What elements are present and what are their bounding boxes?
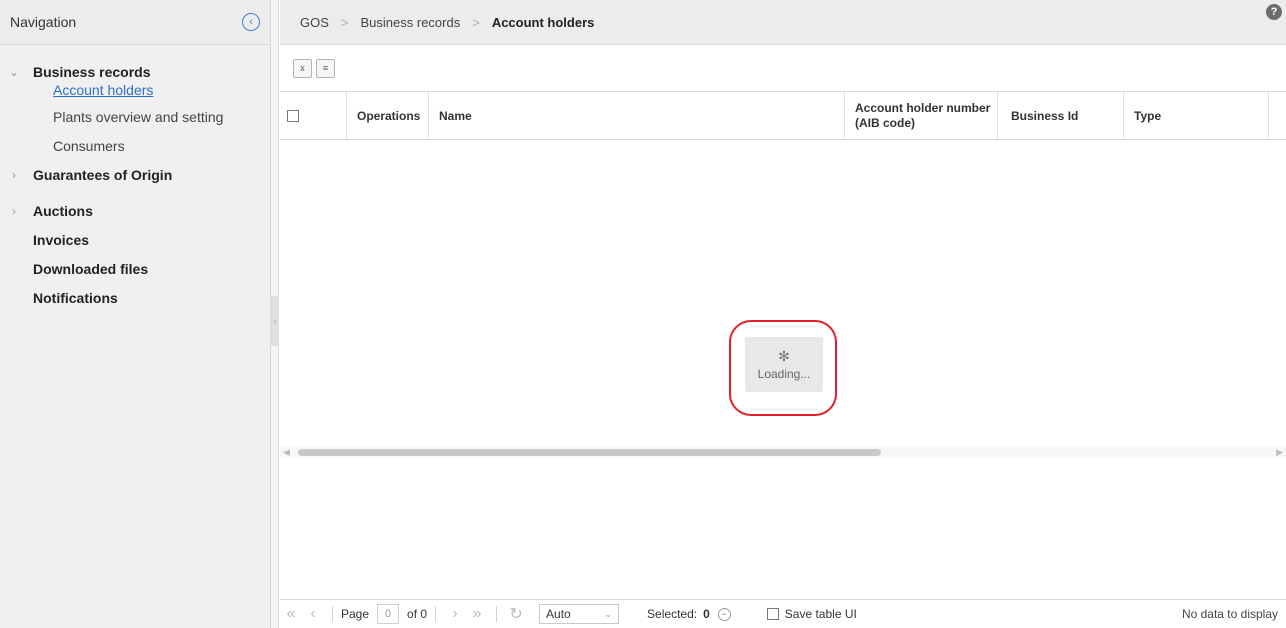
nav-item-auctions[interactable]: › Auctions: [0, 196, 270, 225]
prev-page-icon[interactable]: ‹: [302, 605, 324, 623]
nav-item-label: Notifications: [33, 289, 118, 306]
grid-body: ✻ Loading...: [280, 140, 1286, 584]
last-page-icon[interactable]: »: [466, 605, 488, 623]
pager-divider: [332, 606, 333, 622]
breadcrumb-item-business-records[interactable]: Business records: [361, 15, 461, 30]
page-label: Page: [341, 607, 370, 621]
select-all-cell: [280, 92, 347, 139]
save-table-ui-label: Save table UI: [784, 607, 857, 621]
column-header-type[interactable]: Type: [1124, 92, 1269, 139]
splitter-collapse-icon[interactable]: ‹: [271, 296, 279, 346]
first-page-icon[interactable]: «: [280, 605, 302, 623]
page-size-select[interactable]: Auto ⌄: [539, 604, 620, 624]
nav-item-label: Business records: [33, 63, 151, 80]
column-header-overflow: [1269, 92, 1286, 139]
pager: « ‹ Page 0 of 0 › » ↻ Auto ⌄ Selected: 0…: [280, 599, 1286, 628]
nav-item-notifications[interactable]: Notifications: [0, 283, 270, 312]
scroll-left-icon[interactable]: ◀: [283, 446, 290, 458]
column-header-aib-code[interactable]: Account holder number (AIB code): [845, 92, 998, 139]
save-table-ui[interactable]: Save table UI: [766, 607, 857, 621]
pager-status: No data to display: [1181, 607, 1278, 621]
collapse-sidebar-icon[interactable]: ‹: [242, 13, 260, 31]
chevron-right-icon[interactable]: ›: [9, 168, 19, 182]
chevron-right-icon[interactable]: ›: [9, 204, 19, 218]
nav-sub-plants-overview[interactable]: Plants overview and setting: [0, 102, 270, 131]
nav-item-label: Downloaded files: [33, 260, 149, 277]
scroll-right-icon[interactable]: ▶: [1276, 446, 1283, 458]
selected-label: Selected:: [647, 607, 698, 621]
breadcrumb-item-gos[interactable]: GOS: [300, 15, 329, 30]
nav-item-downloaded-files[interactable]: Downloaded files: [0, 254, 270, 283]
app: Navigation ‹ ⌄ Business records Account …: [0, 0, 1286, 628]
annotation-highlight-circle: [729, 320, 837, 416]
page-input[interactable]: 0: [377, 604, 400, 624]
breadcrumb-separator-icon: >: [340, 14, 349, 30]
navigation-sidebar: Navigation ‹ ⌄ Business records Account …: [0, 0, 271, 628]
chevron-down-icon: ⌄: [604, 608, 613, 619]
breadcrumb-item-current: Account holders: [491, 14, 595, 30]
grid-header: Operations Name Account holder number (A…: [280, 92, 1286, 140]
page-size-value: Auto: [546, 607, 571, 621]
breadcrumb: GOS > Business records > Account holders…: [280, 0, 1286, 45]
export-excel-icon[interactable]: x: [293, 58, 312, 78]
page-of-label: of 0: [407, 607, 428, 621]
pager-divider: [496, 606, 498, 622]
main-content: GOS > Business records > Account holders…: [280, 0, 1286, 628]
column-header-business-id[interactable]: Business Id: [998, 92, 1124, 139]
help-icon[interactable]: ?: [1266, 4, 1282, 20]
scrollbar-thumb[interactable]: [298, 449, 881, 456]
save-table-ui-checkbox[interactable]: [766, 608, 779, 620]
column-header-operations[interactable]: Operations: [347, 92, 429, 139]
nav-item-invoices[interactable]: Invoices: [0, 225, 270, 254]
clear-selection-icon[interactable]: −: [717, 607, 731, 621]
nav-tree: ⌄ Business records Account holders Plant…: [0, 45, 270, 312]
toolbar: x ≡: [280, 45, 1286, 92]
breadcrumb-separator-icon: >: [472, 14, 480, 30]
refresh-icon[interactable]: ↻: [505, 604, 527, 624]
nav-sub-consumers[interactable]: Consumers: [0, 131, 270, 160]
next-page-icon[interactable]: ›: [444, 605, 466, 623]
sidebar-header: Navigation ‹: [0, 0, 270, 45]
nav-item-business-records[interactable]: ⌄ Business records: [0, 57, 270, 86]
column-header-name[interactable]: Name: [429, 92, 845, 139]
horizontal-scrollbar[interactable]: ◀ ▶: [280, 446, 1286, 458]
nav-item-guarantees-of-origin[interactable]: › Guarantees of Origin: [0, 160, 270, 189]
select-all-checkbox[interactable]: [287, 109, 299, 122]
chevron-down-icon[interactable]: ⌄: [9, 65, 19, 79]
nav-item-label: Invoices: [33, 231, 90, 248]
selected-count: 0: [703, 607, 710, 621]
export-document-icon[interactable]: ≡: [316, 58, 335, 78]
sidebar-title: Navigation: [10, 14, 77, 30]
nav-item-label: Guarantees of Origin: [33, 166, 173, 183]
pager-divider: [435, 606, 437, 622]
